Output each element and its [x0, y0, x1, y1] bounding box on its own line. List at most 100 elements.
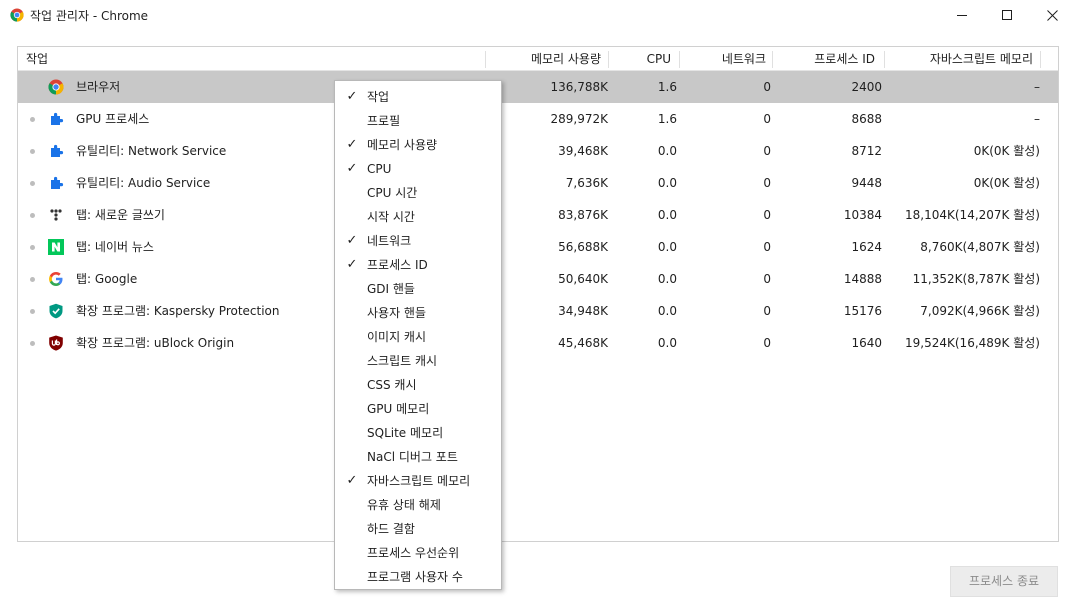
task-name: 탭: 네이버 뉴스: [76, 240, 154, 254]
js-memory-value: 11,352K(8,787K 활성): [912, 272, 1040, 286]
menu-item-cpu-time[interactable]: CPU 시간: [335, 181, 501, 205]
cpu-value: 0.0: [657, 304, 677, 318]
table-row[interactable]: 탭: Google 50,640K 0.0 0 14888 11,352K(8,…: [18, 263, 1058, 295]
end-process-button[interactable]: 프로세스 종료: [950, 566, 1058, 597]
google-icon: [49, 272, 63, 286]
cpu-value: 0.0: [657, 240, 677, 254]
table-row[interactable]: GPU 프로세스 289,972K 1.6 0 8688 –: [18, 103, 1058, 135]
js-memory-value: 19,524K(16,489K 활성): [905, 336, 1040, 350]
menu-item-script-cache[interactable]: 스크립트 캐시: [335, 349, 501, 373]
memory-value: 7,636K: [565, 176, 608, 190]
menu-item-hard-faults[interactable]: 하드 결함: [335, 517, 501, 541]
table-header: 작업 메모리 사용량 CPU 네트워크 프로세스 ID 자바스크립트 메모리: [18, 47, 1058, 71]
menu-item-cpu[interactable]: ✓ CPU: [335, 157, 501, 181]
kaspersky-icon: [49, 303, 63, 319]
chrome-icon: [48, 79, 64, 95]
menu-item-gpu-memory[interactable]: GPU 메모리: [335, 397, 501, 421]
task-name: 브라우저: [76, 80, 121, 94]
task-name: 유틸리티: Audio Service: [76, 176, 211, 190]
table-row[interactable]: 유틸리티: Audio Service 7,636K 0.0 0 9448 0K…: [18, 167, 1058, 199]
network-value: 0: [763, 112, 771, 126]
column-header-network[interactable]: 네트워크: [682, 47, 766, 71]
menu-item-process-priority[interactable]: 프로세스 우선순위: [335, 541, 501, 565]
dots-icon: [50, 209, 62, 221]
task-name: GPU 프로세스: [76, 112, 150, 126]
column-header-task[interactable]: 작업: [26, 47, 48, 71]
cpu-value: 0.0: [657, 272, 677, 286]
memory-value: 136,788K: [550, 80, 609, 94]
column-header-js-memory[interactable]: 자바스크립트 메모리: [887, 47, 1033, 71]
row-bullet: [30, 341, 35, 346]
network-value: 0: [763, 272, 771, 286]
checkmark-icon: ✓: [346, 89, 358, 104]
checkmark-icon: ✓: [346, 137, 358, 152]
chrome-icon: [10, 8, 24, 22]
cpu-value: 0.0: [657, 336, 677, 350]
js-memory-value: 0K(0K 활성): [973, 144, 1040, 158]
table-row[interactable]: 브라우저 136,788K 1.6 0 2400 –: [18, 71, 1058, 103]
memory-value: 50,640K: [558, 272, 608, 286]
task-name: 유틸리티: Network Service: [76, 144, 227, 158]
network-value: 0: [763, 80, 771, 94]
network-value: 0: [763, 208, 771, 222]
process-id-value: 15176: [843, 304, 882, 318]
menu-item-user-handles[interactable]: 사용자 핸들: [335, 301, 501, 325]
menu-item-task[interactable]: ✓ 작업: [335, 85, 501, 109]
cpu-value: 0.0: [657, 208, 677, 222]
table-row[interactable]: 유틸리티: Network Service 39,468K 0.0 0 8712…: [18, 135, 1058, 167]
process-id-value: 8712: [851, 144, 882, 158]
memory-value: 289,972K: [550, 112, 609, 126]
menu-item-keepalive-count[interactable]: 프로그램 사용자 수: [335, 565, 501, 589]
ublock-icon: [49, 335, 63, 351]
minimize-button[interactable]: [939, 0, 985, 30]
menu-item-memory[interactable]: ✓ 메모리 사용량: [335, 133, 501, 157]
memory-value: 39,468K: [558, 144, 608, 158]
menu-item-start-time[interactable]: 시작 시간: [335, 205, 501, 229]
js-memory-value: 7,092K(4,966K 활성): [920, 304, 1040, 318]
menu-item-profile[interactable]: 프로필: [335, 109, 501, 133]
memory-value: 34,948K: [558, 304, 608, 318]
menu-item-network[interactable]: ✓ 네트워크: [335, 229, 501, 253]
process-id-value: 8688: [851, 112, 882, 126]
column-header-process-id[interactable]: 프로세스 ID: [775, 47, 875, 71]
menu-item-sqlite-memory[interactable]: SQLite 메모리: [335, 421, 501, 445]
memory-value: 83,876K: [558, 208, 608, 222]
task-name: 확장 프로그램: uBlock Origin: [76, 336, 235, 350]
task-name: 확장 프로그램: Kaspersky Protection: [76, 304, 280, 318]
process-id-value: 9448: [851, 176, 882, 190]
table-row[interactable]: 확장 프로그램: uBlock Origin 45,468K 0.0 0 164…: [18, 327, 1058, 359]
row-bullet: [30, 181, 35, 186]
network-value: 0: [763, 144, 771, 158]
process-id-value: 1640: [851, 336, 882, 350]
row-bullet: [30, 149, 35, 154]
maximize-button[interactable]: [984, 0, 1030, 30]
cpu-value: 1.6: [657, 80, 677, 94]
menu-item-css-cache[interactable]: CSS 캐시: [335, 373, 501, 397]
title-bar: 작업 관리자 - Chrome: [0, 0, 1075, 30]
table-row[interactable]: 탭: 네이버 뉴스 56,688K 0.0 0 1624 8,760K(4,80…: [18, 231, 1058, 263]
row-bullet: [30, 309, 35, 314]
table-row[interactable]: 탭: 새로운 글쓰기 83,876K 0.0 0 10384 18,104K(1…: [18, 199, 1058, 231]
row-bullet: [30, 117, 35, 122]
menu-item-idle-wakeups[interactable]: 유휴 상태 해제: [335, 493, 501, 517]
menu-item-process-id[interactable]: ✓ 프로세스 ID: [335, 253, 501, 277]
column-header-cpu[interactable]: CPU: [611, 47, 671, 71]
js-memory-value: –: [1034, 80, 1040, 94]
checkmark-icon: ✓: [346, 257, 358, 272]
column-header-memory[interactable]: 메모리 사용량: [488, 47, 601, 71]
maximize-icon: [1002, 10, 1012, 20]
menu-item-nacl-debug-port[interactable]: NaCl 디버그 포트: [335, 445, 501, 469]
menu-item-image-cache[interactable]: 이미지 캐시: [335, 325, 501, 349]
cpu-value: 0.0: [657, 144, 677, 158]
close-button[interactable]: [1029, 0, 1075, 30]
checkmark-icon: ✓: [346, 161, 358, 176]
menu-item-js-memory[interactable]: ✓ 자바스크립트 메모리: [335, 469, 501, 493]
table-row[interactable]: 확장 프로그램: Kaspersky Protection 34,948K 0.…: [18, 295, 1058, 327]
memory-value: 56,688K: [558, 240, 608, 254]
puzzle-icon: [51, 176, 64, 189]
menu-item-gdi-handles[interactable]: GDI 핸들: [335, 277, 501, 301]
naver-icon: [48, 239, 64, 255]
js-memory-value: –: [1034, 112, 1040, 126]
task-table: 작업 메모리 사용량 CPU 네트워크 프로세스 ID 자바스크립트 메모리 브…: [17, 46, 1059, 542]
cpu-value: 1.6: [657, 112, 677, 126]
